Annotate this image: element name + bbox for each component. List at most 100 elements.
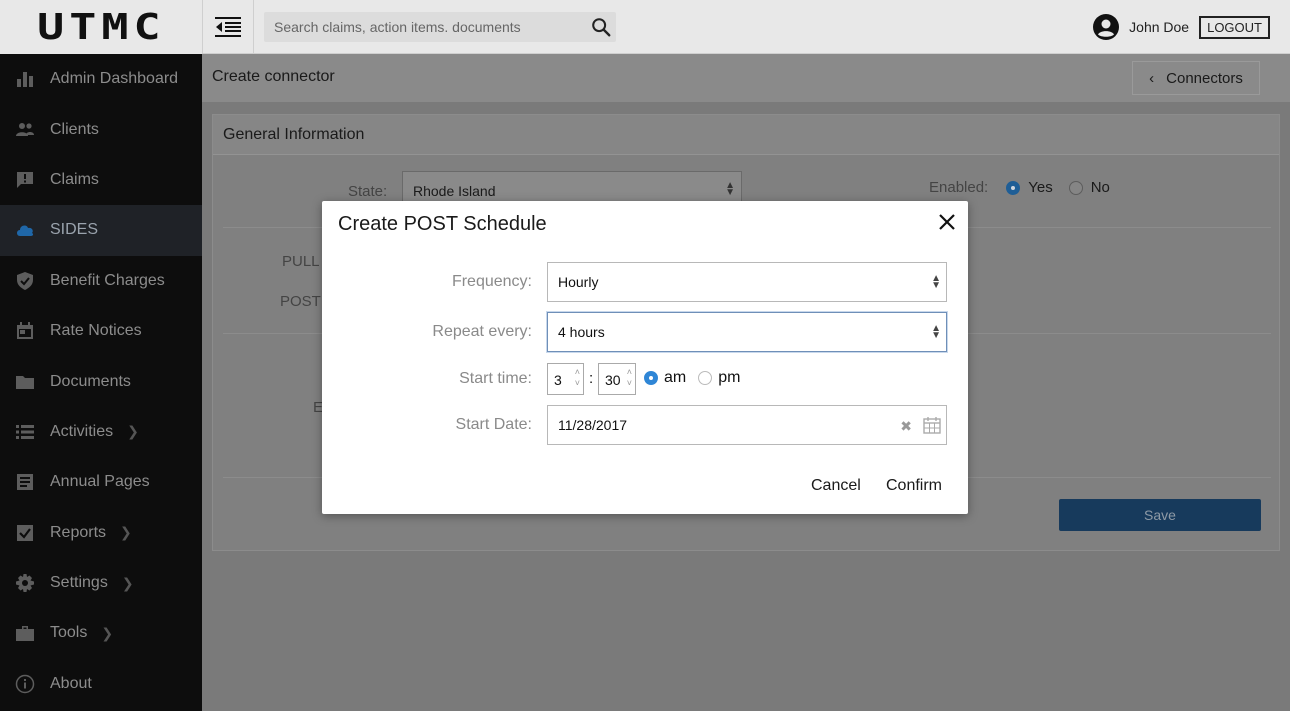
calendar-icon bbox=[14, 320, 36, 342]
time-separator: : bbox=[589, 370, 594, 387]
enabled-no-radio[interactable] bbox=[1068, 180, 1083, 195]
page-title: Create connector bbox=[212, 68, 335, 85]
enabled-yes-label: Yes bbox=[1028, 179, 1053, 196]
stepper-arrows-icon[interactable]: ˄ ˅ bbox=[575, 367, 580, 389]
calendar-icon[interactable] bbox=[923, 416, 941, 434]
user-avatar-icon[interactable] bbox=[1093, 14, 1120, 40]
start-date-input[interactable]: 11/28/2017 ✖ bbox=[547, 405, 947, 445]
sidebar-item-clients[interactable]: Clients bbox=[0, 104, 202, 154]
confirm-button[interactable]: Confirm bbox=[886, 477, 942, 495]
checkbox-icon bbox=[14, 522, 36, 544]
sidebar-item-label: Admin Dashboard bbox=[50, 70, 179, 88]
list-icon bbox=[14, 421, 36, 443]
create-post-schedule-modal: Create POST Schedule Frequency: Hourly ▲… bbox=[322, 201, 968, 514]
close-icon[interactable] bbox=[938, 213, 956, 231]
document-icon bbox=[14, 471, 36, 493]
sidebar-item-reports[interactable]: Reports ❯ bbox=[0, 508, 202, 558]
top-bar: UTMC John Doe LOGOUT bbox=[0, 0, 1290, 54]
repeat-every-value: 4 hours bbox=[558, 324, 605, 340]
select-arrows-icon: ▲ ▼ bbox=[931, 323, 941, 341]
enabled-radio-group: Enabled: Yes No bbox=[929, 179, 1110, 196]
user-name: John Doe bbox=[1129, 19, 1190, 35]
sidebar-item-label: SIDES bbox=[50, 221, 99, 239]
page-header: Create connector ‹ Connectors bbox=[202, 54, 1290, 102]
frequency-select[interactable]: Hourly ▲ ▼ bbox=[547, 262, 947, 302]
sidebar-item-about[interactable]: About bbox=[0, 659, 202, 709]
chevron-left-icon: ‹ bbox=[1149, 69, 1155, 87]
select-arrows-icon: ▲ ▼ bbox=[725, 180, 735, 198]
sidebar-item-label: Documents bbox=[50, 372, 131, 390]
sidebar-item-admin-dashboard[interactable]: Admin Dashboard bbox=[0, 54, 202, 104]
hour-value: 3 bbox=[554, 372, 562, 388]
sidebar-item-benefit-charges[interactable]: Benefit Charges bbox=[0, 256, 202, 306]
pm-label: pm bbox=[718, 369, 741, 386]
enabled-no-label: No bbox=[1090, 179, 1110, 196]
select-arrows-icon: ▲ ▼ bbox=[931, 273, 941, 291]
sidebar-item-label: Tools bbox=[50, 624, 88, 642]
clear-icon[interactable]: ✖ bbox=[900, 418, 912, 435]
save-button[interactable]: Save bbox=[1059, 499, 1261, 531]
sidebar-item-label: About bbox=[50, 674, 92, 692]
minute-value: 30 bbox=[605, 372, 621, 388]
sidebar-item-claims[interactable]: Claims bbox=[0, 155, 202, 205]
modal-title: Create POST Schedule bbox=[338, 213, 547, 235]
section-title: General Information bbox=[213, 115, 1279, 155]
sidebar-item-label: Benefit Charges bbox=[50, 271, 165, 289]
enabled-yes-radio[interactable] bbox=[1006, 180, 1021, 195]
briefcase-icon bbox=[14, 622, 36, 644]
pm-radio[interactable] bbox=[698, 371, 713, 385]
logo[interactable]: UTMC bbox=[37, 7, 165, 48]
sidebar-item-label: Annual Pages bbox=[50, 473, 150, 491]
user-area: John Doe LOGOUT bbox=[1093, 14, 1270, 40]
sidebar-item-activities[interactable]: Activities ❯ bbox=[0, 407, 202, 457]
chevron-right-icon: ❯ bbox=[120, 524, 132, 541]
am-pm-radio-group: am pm bbox=[644, 369, 740, 387]
sidebar-item-settings[interactable]: Settings ❯ bbox=[0, 558, 202, 608]
minute-stepper[interactable]: 30 ˄ ˅ bbox=[598, 363, 636, 395]
menu-toggle-button[interactable] bbox=[202, 0, 254, 54]
folder-icon bbox=[14, 371, 36, 393]
state-label: State: bbox=[348, 183, 388, 200]
start-date-label: Start Date: bbox=[455, 416, 532, 433]
cloud-icon bbox=[14, 219, 36, 241]
sidebar-item-label: Reports bbox=[50, 523, 107, 541]
logo-area: UTMC bbox=[0, 0, 202, 54]
search-input[interactable] bbox=[264, 12, 574, 42]
chevron-right-icon: ❯ bbox=[101, 624, 114, 641]
sidebar-item-label: Settings bbox=[50, 574, 108, 592]
gear-icon bbox=[14, 572, 36, 594]
stepper-arrows-icon[interactable]: ˄ ˅ bbox=[627, 367, 632, 389]
comment-alert-icon bbox=[14, 169, 36, 191]
logout-button[interactable]: LOGOUT bbox=[1199, 15, 1270, 39]
sidebar-item-tools[interactable]: Tools ❯ bbox=[0, 608, 202, 658]
repeat-every-select[interactable]: 4 hours ▲ ▼ bbox=[547, 312, 947, 352]
state-value: Rhode Island bbox=[413, 183, 496, 199]
sidebar-item-documents[interactable]: Documents bbox=[0, 356, 202, 406]
shield-check-icon bbox=[14, 270, 36, 292]
am-radio[interactable] bbox=[644, 371, 658, 385]
sidebar-item-sides[interactable]: SIDES bbox=[0, 205, 202, 256]
sidebar-item-label: Claims bbox=[50, 170, 99, 188]
start-date-value: 11/28/2017 bbox=[558, 417, 628, 433]
enabled-label: Enabled: bbox=[929, 179, 989, 196]
frequency-value: Hourly bbox=[558, 274, 599, 290]
repeat-every-label: Repeat every: bbox=[432, 323, 532, 340]
sidebar-item-label: Clients bbox=[50, 120, 99, 138]
chevron-right-icon: ❯ bbox=[127, 423, 139, 440]
back-to-connectors-button[interactable]: ‹ Connectors bbox=[1132, 61, 1260, 95]
info-icon bbox=[14, 673, 36, 695]
bar-chart-icon bbox=[14, 68, 36, 90]
search-box bbox=[264, 12, 616, 42]
sidebar-item-label: Rate Notices bbox=[50, 322, 142, 340]
cancel-button[interactable]: Cancel bbox=[811, 477, 861, 495]
start-time-label: Start time: bbox=[459, 370, 532, 387]
menu-collapse-icon bbox=[215, 17, 241, 37]
frequency-label: Frequency: bbox=[451, 273, 532, 290]
search-icon[interactable] bbox=[590, 16, 612, 38]
sidebar-item-rate-notices[interactable]: Rate Notices bbox=[0, 306, 202, 356]
people-icon bbox=[14, 119, 36, 141]
sidebar: Admin Dashboard Clients Claims SIDES Ben… bbox=[0, 54, 202, 711]
sidebar-item-annual-pages[interactable]: Annual Pages bbox=[0, 457, 202, 507]
hour-stepper[interactable]: 3 ˄ ˅ bbox=[547, 363, 584, 395]
back-button-label: Connectors bbox=[1166, 69, 1243, 87]
